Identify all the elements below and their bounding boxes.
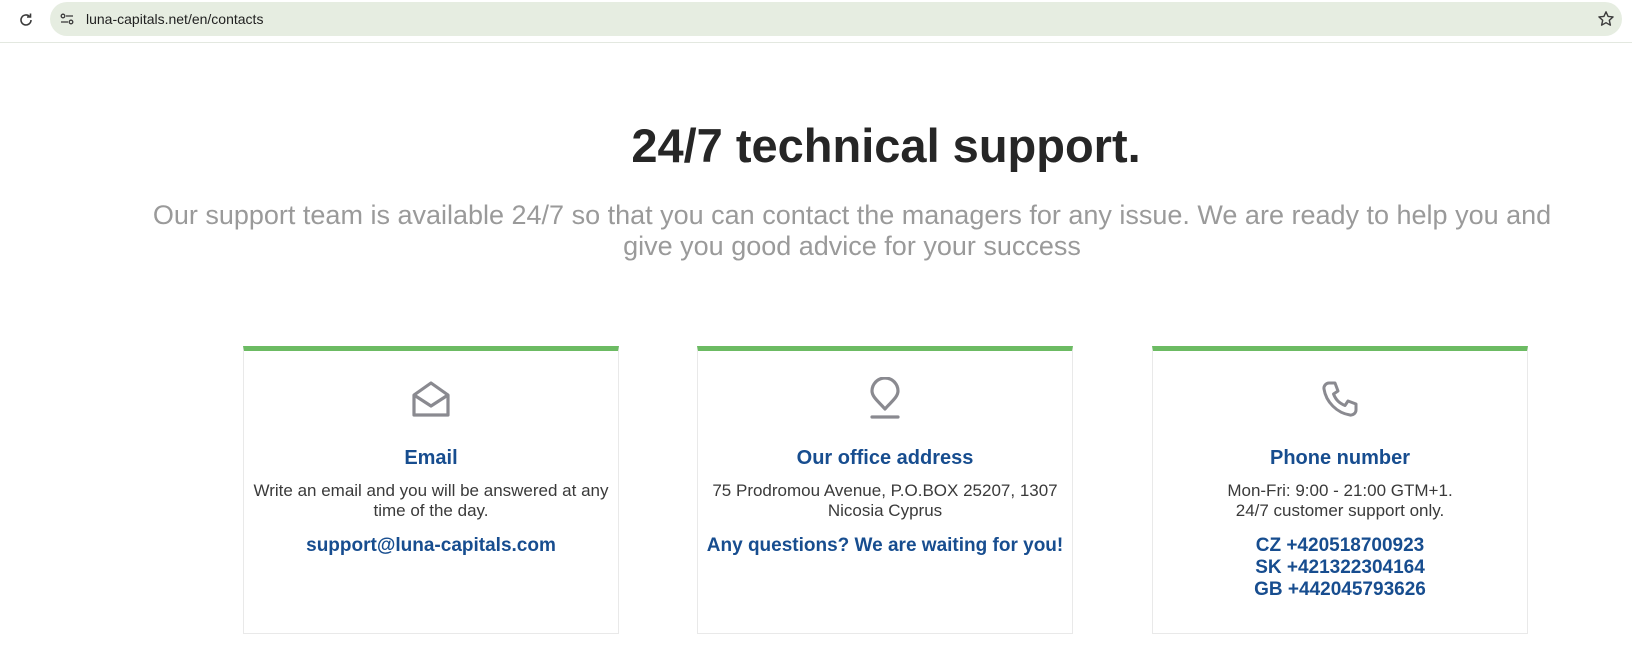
phone-hours-line: Mon-Fri: 9:00 - 21:00 GTM+1.	[1227, 481, 1453, 500]
phone-number-list: CZ +420518700923 SK +421322304164 GB +44…	[1153, 535, 1527, 601]
site-info-icon[interactable]	[58, 10, 76, 28]
phone-card-title: Phone number	[1269, 447, 1410, 469]
address-bar[interactable]: luna-capitals.net/en/contacts	[50, 2, 1622, 36]
phone-number-sk[interactable]: SK +421322304164	[1153, 557, 1527, 579]
office-address-text: 75 Prodromou Avenue, P.O.BOX 25207, 1307…	[712, 481, 1058, 520]
url-text[interactable]: luna-capitals.net/en/contacts	[86, 11, 263, 27]
phone-card: Phone number Mon-Fri: 9:00 - 21:00 GTM+1…	[1152, 346, 1528, 634]
office-card-title: Our office address	[796, 447, 974, 469]
office-card-cta: Any questions? We are waiting for you!	[706, 535, 1064, 556]
browser-toolbar: luna-capitals.net/en/contacts	[0, 0, 1632, 43]
phone-icon	[1318, 377, 1362, 421]
page-subtitle: Our support team is available 24/7 so th…	[152, 200, 1552, 261]
phone-number-cz[interactable]: CZ +420518700923	[1153, 535, 1527, 557]
office-address-card: Our office address 75 Prodromou Avenue, …	[697, 346, 1073, 634]
phone-hours-text: Mon-Fri: 9:00 - 21:00 GTM+1. 24/7 custom…	[1161, 481, 1519, 521]
envelope-open-icon	[409, 377, 453, 421]
support-email-link[interactable]: support@luna-capitals.com	[244, 535, 618, 557]
email-card: Email Write an email and you will be ans…	[243, 346, 619, 634]
email-card-text: Write an email and you will be answered …	[253, 481, 609, 520]
location-pin-icon	[863, 377, 907, 421]
phone-support-line: 24/7 customer support only.	[1235, 501, 1445, 520]
email-card-title: Email	[404, 447, 458, 469]
phone-number-gb[interactable]: GB +442045793626	[1153, 579, 1527, 601]
bookmark-star-icon[interactable]	[1596, 9, 1616, 29]
page-title: 24/7 technical support.	[631, 119, 1141, 172]
reload-icon[interactable]	[14, 8, 38, 32]
